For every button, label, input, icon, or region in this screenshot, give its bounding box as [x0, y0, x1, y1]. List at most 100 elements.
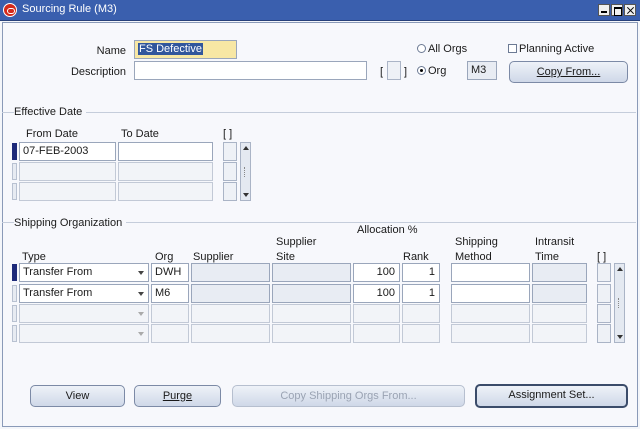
ship-flexfield[interactable]	[597, 284, 611, 303]
supplier-header: Supplier	[193, 251, 234, 263]
type-dropdown[interactable]	[19, 324, 149, 343]
from-date-field[interactable]	[19, 182, 116, 201]
allocation-cell[interactable]	[353, 304, 400, 323]
purge-label: Purge	[162, 390, 193, 402]
to-date-field[interactable]	[118, 162, 213, 181]
shipping-title: Shipping Organization	[14, 217, 127, 229]
ship-flexfield[interactable]	[597, 304, 611, 323]
supplier-site-cell[interactable]	[272, 324, 351, 343]
supplier-cell[interactable]	[191, 324, 270, 343]
org-label: Org	[428, 65, 447, 77]
minimize-icon[interactable]	[598, 4, 610, 16]
scroll-down-icon[interactable]	[243, 193, 249, 197]
all-orgs-label: All Orgs	[428, 43, 468, 55]
from-date-field[interactable]	[19, 162, 116, 181]
rank-cell[interactable]: 1	[402, 284, 440, 303]
intransit-header-2: Time	[535, 251, 560, 263]
shipping-scrollbar[interactable]	[614, 263, 625, 343]
org-cell[interactable]	[151, 324, 189, 343]
supplier-cell[interactable]	[191, 284, 270, 303]
org-cell[interactable]: DWH	[151, 263, 189, 282]
ship-flex-header: [ ]	[597, 251, 607, 263]
intransit-time-cell[interactable]	[532, 324, 587, 343]
view-button[interactable]: View	[30, 385, 125, 407]
ship-flexfield[interactable]	[597, 324, 611, 343]
intransit-time-cell[interactable]	[532, 263, 587, 282]
oracle-logo-icon	[3, 3, 17, 17]
planning-active-label: Planning Active	[519, 43, 595, 55]
allocation-cell[interactable]	[353, 324, 400, 343]
name-field[interactable]: FS Defective	[134, 40, 237, 59]
name-value: FS Defective	[138, 43, 203, 55]
record-indicator[interactable]	[12, 325, 17, 342]
scroll-up-icon[interactable]	[617, 267, 623, 271]
copy-shipping-orgs-button[interactable]: Copy Shipping Orgs From...	[232, 385, 465, 407]
allocation-cell[interactable]: 100	[353, 263, 400, 282]
supplier-cell[interactable]	[191, 263, 270, 282]
to-date-field[interactable]	[118, 142, 213, 161]
shipping-method-header-2: Method	[455, 251, 492, 263]
intransit-time-cell[interactable]	[532, 284, 587, 303]
supplier-cell[interactable]	[191, 304, 270, 323]
date-flexfield[interactable]	[223, 142, 237, 161]
org-radio[interactable]	[417, 66, 426, 75]
supplier-site-cell[interactable]	[272, 284, 351, 303]
description-label: Description	[70, 66, 126, 78]
allocation-cell[interactable]: 100	[353, 284, 400, 303]
scroll-up-icon[interactable]	[243, 146, 249, 150]
rank-cell[interactable]	[402, 304, 440, 323]
org-cell[interactable]: M6	[151, 284, 189, 303]
type-header: Type	[22, 251, 46, 263]
shipping-method-cell[interactable]	[451, 284, 530, 303]
type-dropdown[interactable]	[19, 304, 149, 323]
supplier-site-cell[interactable]	[272, 263, 351, 282]
intransit-time-cell[interactable]	[532, 304, 587, 323]
effective-date-divider	[2, 112, 636, 113]
date-flexfield[interactable]	[223, 162, 237, 181]
record-indicator[interactable]	[12, 183, 17, 200]
purge-button[interactable]: Purge	[134, 385, 221, 407]
desc-bracket-close: ]	[404, 66, 408, 78]
shipping-method-cell[interactable]	[451, 263, 530, 282]
scroll-grip-icon[interactable]	[244, 167, 247, 177]
planning-active-checkbox[interactable]	[508, 44, 517, 53]
scroll-grip-icon[interactable]	[618, 298, 621, 308]
record-indicator[interactable]	[12, 163, 17, 180]
rank-cell[interactable]	[402, 324, 440, 343]
scroll-down-icon[interactable]	[617, 335, 623, 339]
record-indicator[interactable]	[12, 264, 17, 281]
record-indicator[interactable]	[12, 305, 17, 322]
from-date-field[interactable]: 07-FEB-2003	[19, 142, 116, 161]
all-orgs-radio[interactable]	[417, 44, 426, 53]
supplier-site-header-2: Site	[276, 251, 295, 263]
type-value: Transfer From	[23, 266, 93, 278]
ship-flexfield[interactable]	[597, 263, 611, 282]
date-flexfield[interactable]	[223, 182, 237, 201]
supplier-site-cell[interactable]	[272, 304, 351, 323]
to-date-header: To Date	[121, 128, 159, 140]
description-field[interactable]	[134, 61, 367, 80]
copy-from-button[interactable]: Copy From...	[509, 61, 628, 83]
record-indicator[interactable]	[12, 143, 17, 160]
supplier-site-header-1: Supplier	[276, 236, 317, 248]
descriptive-flexfield[interactable]	[387, 61, 401, 80]
shipping-method-header-1: Shipping	[455, 236, 498, 248]
shipping-method-cell[interactable]	[451, 324, 530, 343]
type-dropdown[interactable]: Transfer From	[19, 284, 149, 303]
close-icon[interactable]	[624, 4, 636, 16]
org-field[interactable]: M3	[467, 61, 497, 80]
date-scrollbar[interactable]	[240, 142, 251, 201]
date-flex-header: [ ]	[223, 128, 233, 140]
org-cell[interactable]	[151, 304, 189, 323]
dropdown-arrow-icon	[138, 271, 144, 275]
assignment-set-button[interactable]: Assignment Set...	[475, 384, 628, 408]
type-value: Transfer From	[23, 287, 93, 299]
dropdown-arrow-icon	[138, 292, 144, 296]
record-indicator[interactable]	[12, 285, 17, 302]
desc-bracket-open: [	[380, 66, 384, 78]
rank-cell[interactable]: 1	[402, 263, 440, 282]
maximize-icon[interactable]	[611, 4, 623, 16]
type-dropdown[interactable]: Transfer From	[19, 263, 149, 282]
to-date-field[interactable]	[118, 182, 213, 201]
shipping-method-cell[interactable]	[451, 304, 530, 323]
